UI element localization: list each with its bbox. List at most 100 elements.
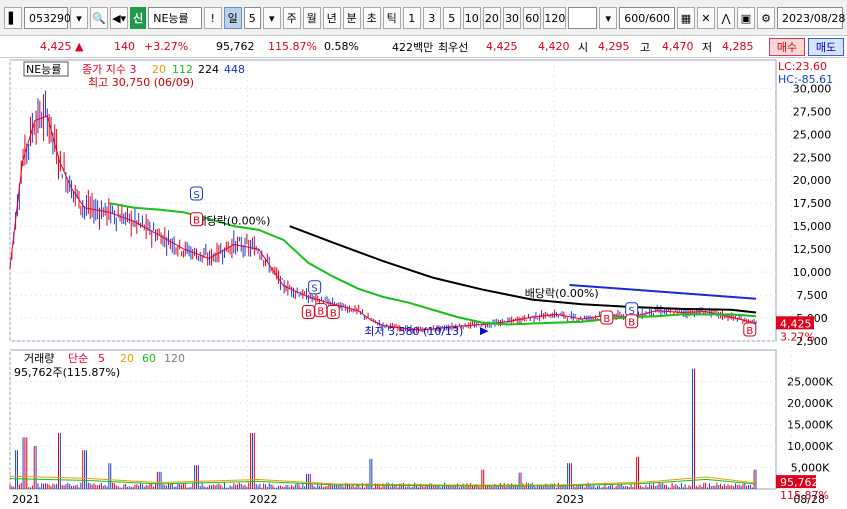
tab-tick[interactable]: 틱 xyxy=(382,7,401,29)
chart-toolbar: ▌ 053290 ▾ 🔍 ◀▾ 신 NE능률 ! 일 5 ▾ 주 월 년 분 초… xyxy=(0,0,847,36)
volume-text: 95,762 xyxy=(216,40,255,53)
y-tick-label: 22,500 xyxy=(793,151,832,164)
volume-y-tick-label: 25,000K xyxy=(787,376,833,389)
interval-custom-field[interactable] xyxy=(568,7,598,29)
volume-last-label: 95,762 xyxy=(780,476,819,489)
alert-icon[interactable]: ! xyxy=(203,7,222,29)
new-badge: 신 xyxy=(130,7,147,29)
open-label: 시 xyxy=(578,40,589,54)
tab-second[interactable]: 초 xyxy=(362,7,381,29)
volume-y-tick-label: 20,000K xyxy=(787,397,833,410)
signal-marker-label: B xyxy=(193,216,200,227)
low-text: 4,285 xyxy=(722,40,754,53)
turnover-text: 0.58% xyxy=(324,40,359,53)
signal-marker-label: B xyxy=(746,326,753,337)
grid-settings-icon[interactable]: ▦ xyxy=(677,7,695,29)
x-tick-label: 2022 xyxy=(249,493,277,506)
sell-button[interactable]: 매도 xyxy=(808,38,844,56)
interval-1[interactable]: 1 xyxy=(402,7,421,29)
legend-item: 224 xyxy=(198,63,219,76)
x-tick-label: 2023 xyxy=(556,493,584,506)
volume-legend-item: 60 xyxy=(142,352,156,365)
y-tick-label: 17,500 xyxy=(793,197,832,210)
tab-month[interactable]: 월 xyxy=(302,7,321,29)
dropdown-chevron-icon[interactable]: ▾ xyxy=(70,7,88,29)
up-arrow-icon: ▲ xyxy=(75,40,84,53)
legend-item: 20 xyxy=(152,63,166,76)
volume-ratio-text: 115.87% xyxy=(268,40,317,53)
interval-10[interactable]: 10 xyxy=(462,7,481,29)
gear-icon[interactable]: ⚙ xyxy=(757,7,775,29)
lc-label: LC:23.60 xyxy=(778,60,827,73)
stock-code-input[interactable]: 053290 xyxy=(24,7,71,29)
save-icon[interactable]: ▣ xyxy=(737,7,755,29)
stock-chart[interactable]: 2,5005,0007,50010,00012,50015,00017,5002… xyxy=(0,58,847,509)
interval-3[interactable]: 3 xyxy=(422,7,441,29)
volume-last-pct-label: 115.87% xyxy=(780,489,829,502)
last-price-label: 4,425 xyxy=(780,317,812,330)
dividend-annotation-2: 배당락(0.00%) xyxy=(525,287,599,300)
interval-5[interactable]: 5 xyxy=(442,7,461,29)
crosshair-icon[interactable]: ✕ xyxy=(697,7,715,29)
volume-legend-item: 20 xyxy=(120,352,134,365)
legend-item: 448 xyxy=(224,63,245,76)
tab-week[interactable]: 주 xyxy=(282,7,301,29)
price-text: 4,425 xyxy=(40,40,72,53)
amount-text: 422백만 xyxy=(392,40,434,54)
high-label: 고 xyxy=(640,40,651,54)
change-text: 140 xyxy=(114,40,135,53)
y-tick-label: 20,000 xyxy=(793,174,832,187)
x-tick-label: 2021 xyxy=(12,493,40,506)
search-icon[interactable]: 🔍 xyxy=(90,7,108,29)
volume-panel xyxy=(9,349,777,490)
chart-title: NE능률 xyxy=(26,63,61,76)
volume-y-tick-label: 15,000K xyxy=(787,419,833,432)
volume-legend-prefix: 단순 xyxy=(68,352,88,365)
interval-30[interactable]: 30 xyxy=(502,7,522,29)
interval-20[interactable]: 20 xyxy=(482,7,501,29)
hc-label: HC:-85.61 xyxy=(778,73,833,86)
volume-current-label: 95,762주(115.87%) xyxy=(14,366,120,379)
signal-marker-label: B xyxy=(603,314,610,325)
volume-y-tick-label: 5,000K xyxy=(791,462,830,475)
y-tick-label: 25,000 xyxy=(793,128,832,141)
y-tick-label: 7,500 xyxy=(796,289,828,302)
volume-y-tick-label: 10,000K xyxy=(787,440,833,453)
y-tick-label: 10,000 xyxy=(793,266,832,279)
open-text: 4,295 xyxy=(598,40,630,53)
speaker-icon[interactable]: ◀▾ xyxy=(110,7,129,29)
buy-button[interactable]: 매수 xyxy=(769,38,805,56)
tab-year[interactable]: 년 xyxy=(322,7,341,29)
low-label: 저 xyxy=(702,40,713,54)
quote-bar: 4,425 ▲ 140 +3.27% 95,762 115.87% 0.58% … xyxy=(0,36,847,58)
tab-day[interactable]: 일 xyxy=(223,7,242,29)
high-annotation: 최고 30,750 (06/09) xyxy=(88,76,194,89)
date-field[interactable]: 2023/08/28 xyxy=(777,7,845,29)
period-value-field[interactable]: 5 xyxy=(243,7,261,29)
legend-prefix: 종가 지수 3 xyxy=(82,63,136,76)
signal-marker-label: B xyxy=(330,309,337,320)
indicator-icon[interactable]: ⋀ xyxy=(717,7,735,29)
interval-60[interactable]: 60 xyxy=(523,7,542,29)
volume-legend-item: 5 xyxy=(98,352,105,365)
y-tick-label: 15,000 xyxy=(793,220,832,233)
interval-120[interactable]: 120 xyxy=(543,7,567,29)
volume-legend-item: 120 xyxy=(164,352,185,365)
low-annotation: 최저 3,580 (10/13) xyxy=(364,325,463,338)
data-count-field[interactable]: 600/600 xyxy=(619,7,675,29)
tab-minute[interactable]: 분 xyxy=(342,7,361,29)
change-pct-text: +3.27% xyxy=(144,40,189,53)
dividend-annotation: 배당락(0.00%) xyxy=(197,214,271,227)
signal-marker-label: S xyxy=(193,190,199,201)
signal-marker-label: B xyxy=(317,307,324,318)
y-tick-label: 12,500 xyxy=(793,243,832,256)
best-label: 최우선 xyxy=(438,40,469,54)
layout-icon[interactable]: ▌ xyxy=(4,7,22,29)
dropdown-chevron-icon[interactable]: ▾ xyxy=(599,7,618,29)
stock-name-field[interactable]: NE능률 xyxy=(148,7,202,29)
volume-title: 거래량 xyxy=(24,352,54,365)
bid-text: 4,420 xyxy=(538,40,570,53)
high-text: 4,470 xyxy=(662,40,694,53)
dropdown-chevron-icon[interactable]: ▾ xyxy=(262,7,281,29)
ask-text: 4,425 xyxy=(486,40,518,53)
